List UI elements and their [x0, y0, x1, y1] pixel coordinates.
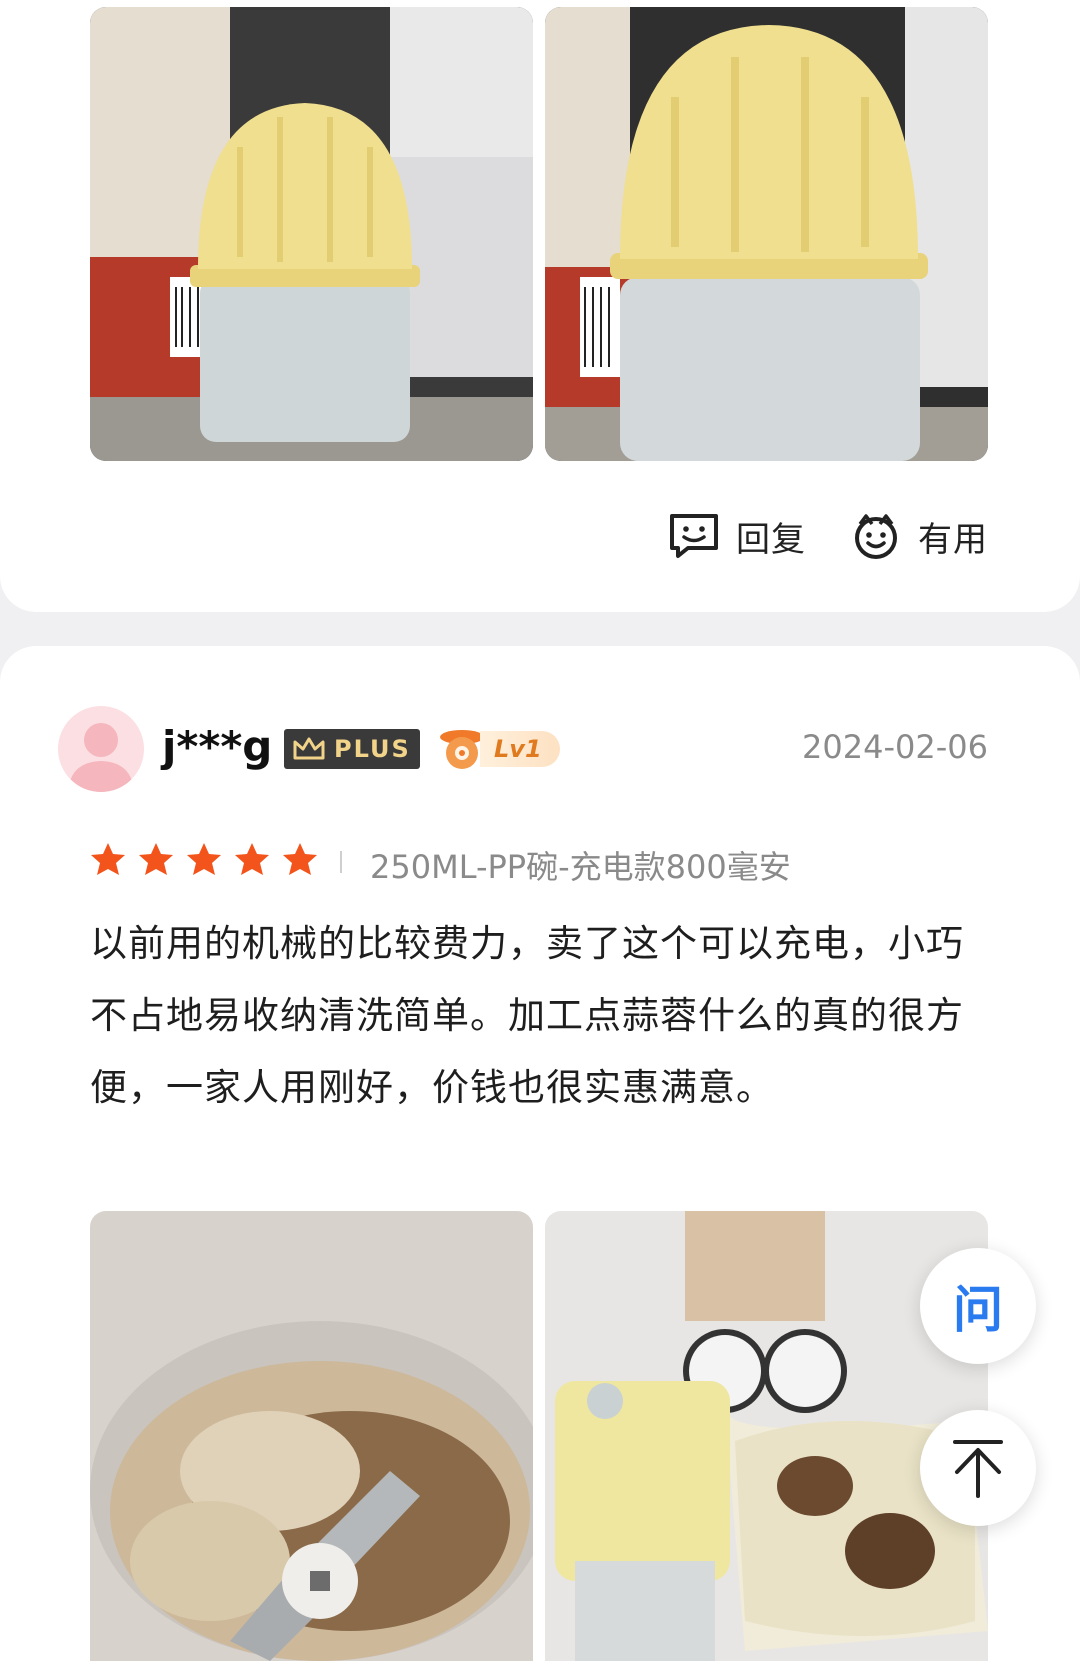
level-medal-icon — [440, 730, 484, 769]
chopper-photo-illustration — [545, 7, 988, 461]
review-card-previous: 回复 有用 — [0, 0, 1080, 612]
crown-icon — [293, 737, 325, 760]
star-rating — [88, 840, 328, 880]
chopper-mushroom-photo-illustration — [545, 1211, 988, 1661]
user-level-badge: Lv1 — [438, 724, 560, 774]
star-icon — [283, 843, 317, 875]
level-label: Lv1 — [480, 731, 560, 767]
useful-button[interactable]: 有用 — [850, 510, 988, 562]
reply-label: 回复 — [736, 519, 806, 560]
chopper-photo-illustration — [90, 7, 533, 461]
reply-button[interactable]: 回复 — [668, 512, 806, 561]
review-photo[interactable] — [90, 7, 533, 461]
ask-question-button[interactable]: 问 — [920, 1248, 1036, 1364]
divider — [340, 851, 342, 873]
ask-icon: 问 — [953, 1281, 1003, 1339]
star-icon — [139, 843, 173, 875]
plus-label: PLUS — [334, 735, 411, 763]
review-date: 2024-02-06 — [802, 728, 988, 766]
product-variant: 250ML-PP碗-充电款800毫安 — [370, 848, 791, 886]
back-to-top-button[interactable] — [920, 1410, 1036, 1526]
username[interactable]: j***g — [162, 722, 272, 771]
smile-face-icon — [855, 514, 897, 559]
review-actions: 回复 有用 — [668, 510, 988, 562]
useful-label: 有用 — [918, 519, 988, 560]
default-avatar-icon — [68, 723, 134, 792]
user-avatar[interactable] — [58, 706, 144, 792]
star-icon — [91, 843, 125, 875]
minced-garlic-photo-illustration — [90, 1211, 533, 1661]
arrow-up-to-top-icon — [953, 1440, 1003, 1498]
star-icon — [235, 843, 269, 875]
review-photo[interactable] — [545, 1211, 988, 1661]
review-photo[interactable] — [545, 7, 988, 461]
star-icon — [187, 843, 221, 875]
review-photo[interactable] — [90, 1211, 533, 1661]
comment-icon — [670, 514, 718, 558]
review-text: 以前用的机械的比较费力，卖了这个可以充电，小巧不占地易收纳清洗简单。加工点蒜蓉什… — [90, 922, 964, 1109]
plus-member-badge: PLUS — [284, 729, 420, 769]
